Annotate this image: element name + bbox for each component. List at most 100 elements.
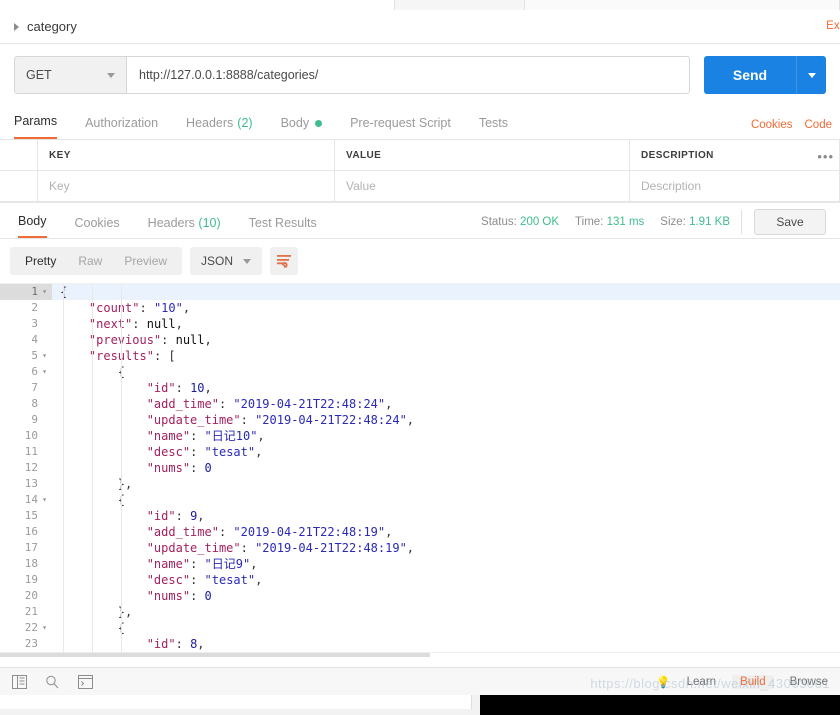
code-text: { <box>117 365 126 379</box>
line-number: 17 <box>0 540 52 556</box>
view-mode-preview[interactable]: Preview <box>113 254 178 268</box>
search-icon[interactable] <box>45 675 60 689</box>
params-table-wrap: KEY VALUE DESCRIPTION Key Value Descript… <box>0 140 840 203</box>
tab-label: Headers <box>186 116 234 130</box>
request-tab-body[interactable]: Body <box>281 116 323 139</box>
code-line: 22 ▾ { <box>0 620 840 636</box>
tab-label: Body <box>280 116 310 130</box>
http-method-select[interactable]: GET <box>14 56 126 94</box>
tab-slot-active[interactable] <box>0 0 395 10</box>
line-number: 7 <box>0 380 52 396</box>
tab-slot-3[interactable] <box>525 0 840 10</box>
status-bar-links: 💡 Learn Build Browse <box>656 674 828 689</box>
code-line: 11 "desc": "tesat", <box>0 444 840 460</box>
console-icon[interactable] <box>78 674 93 689</box>
params-value-input[interactable]: Value <box>335 171 630 202</box>
code-text: }, <box>117 605 133 619</box>
params-description-input[interactable]: Description <box>630 171 840 202</box>
response-bar: Body Cookies Headers (10) Test Results Stat… <box>0 203 840 239</box>
examples-link[interactable]: Exa <box>826 20 840 32</box>
chevron-right-icon[interactable] <box>14 22 19 31</box>
response-body-code[interactable]: 1 ▾{2 "count": "10", 3 "next": null, 4 "pre… <box>0 283 840 657</box>
build-link[interactable]: Build <box>732 674 774 689</box>
sidebar-toggle-icon[interactable] <box>12 674 27 689</box>
fold-toggle-icon[interactable]: ▾ <box>41 620 48 636</box>
params-key-input[interactable]: Key <box>38 171 335 202</box>
params-header-check <box>0 140 38 171</box>
tab-label: Headers <box>147 216 199 230</box>
code-line: 20 "nums": 0 <box>0 588 840 604</box>
line-number: 2 <box>0 300 52 316</box>
save-response-button[interactable]: Save <box>754 209 826 235</box>
code-line: 2 "count": "10", <box>0 300 840 316</box>
code-line: 6 ▾ { <box>0 364 840 380</box>
view-mode-pretty[interactable]: Pretty <box>14 254 67 268</box>
request-tabs-right: Cookies Code <box>751 119 832 131</box>
line-number: 4 <box>0 332 52 348</box>
wrap-lines-icon <box>277 255 292 268</box>
code-text: "count": "10", <box>88 301 191 315</box>
request-tab-params[interactable]: Params <box>14 114 58 139</box>
size-value: 1.91 KB <box>689 216 730 228</box>
fold-toggle-icon[interactable]: ▾ <box>41 348 48 364</box>
size-label: Size: 1.91 KB <box>660 216 730 228</box>
url-bar: GET http://127.0.0.1:8888/categories/ Se… <box>0 44 840 106</box>
response-format-value: JSON <box>201 254 234 268</box>
tab-label: Authorization <box>85 116 159 130</box>
params-bulk-edit-button[interactable]: ••• <box>817 149 834 164</box>
bottom-left-panel-inner <box>0 695 472 709</box>
code-line: 23 "id": 8, <box>0 636 840 652</box>
code-link[interactable]: Code <box>805 119 833 131</box>
params-row-checkbox[interactable] <box>0 171 38 202</box>
code-text: "nums": 0 <box>146 461 212 475</box>
http-method-value: GET <box>26 68 52 82</box>
tab-label: Pre-request Script <box>350 116 451 130</box>
browse-link[interactable]: Browse <box>790 676 828 688</box>
cookies-link[interactable]: Cookies <box>751 119 793 131</box>
code-line: 5 ▾ "results": [ <box>0 348 840 364</box>
code-line: 15 "id": 9, <box>0 508 840 524</box>
fold-toggle-icon[interactable]: ▾ <box>41 492 48 508</box>
request-tab-tests[interactable]: Tests <box>479 116 508 139</box>
wrap-lines-button[interactable] <box>270 247 299 275</box>
tab-count: (2) <box>237 116 253 130</box>
line-number: 9 <box>0 412 52 428</box>
status-value: 200 OK <box>520 216 560 228</box>
code-text: "update_time": "2019-04-21T22:48:24", <box>146 413 415 427</box>
request-tab-headers[interactable]: Headers (2) <box>186 116 253 139</box>
fold-toggle-icon[interactable]: ▾ <box>41 284 48 300</box>
url-value: http://127.0.0.1:8888/categories/ <box>139 68 319 82</box>
code-line: 7 "id": 10, <box>0 380 840 396</box>
fold-toggle-icon[interactable]: ▾ <box>41 364 48 380</box>
params-header-row: KEY VALUE DESCRIPTION <box>0 140 840 171</box>
code-text: "id": 8, <box>146 637 205 651</box>
line-number: 18 <box>0 556 52 572</box>
line-number: 1 ▾ <box>0 284 52 300</box>
code-text: { <box>60 285 68 299</box>
code-text: "results": [ <box>88 349 176 363</box>
response-tab-body[interactable]: Body <box>18 214 47 238</box>
send-options-button[interactable] <box>796 56 826 94</box>
request-tabs: Cookies Code Params Authorization Headers(… <box>0 106 840 140</box>
send-button[interactable]: Send <box>704 56 796 94</box>
url-input[interactable]: http://127.0.0.1:8888/categories/ <box>126 56 690 94</box>
line-number: 23 <box>0 636 52 652</box>
response-format-select[interactable]: JSON <box>190 247 263 275</box>
tab-label: Tests <box>478 116 508 130</box>
response-tab-test-results[interactable]: Test Results <box>249 216 317 238</box>
tab-slot-2[interactable] <box>395 0 525 10</box>
chevron-down-icon <box>243 258 252 264</box>
request-tab-pre-request-script[interactable]: Pre-request Script <box>350 116 451 139</box>
code-line: 10 "name": "日记10", <box>0 428 840 444</box>
horizontal-scrollbar[interactable] <box>0 652 840 657</box>
status-bar: 💡 Learn Build Browse <box>0 667 840 695</box>
response-tab-cookies[interactable]: Cookies <box>75 216 120 238</box>
response-tab-headers[interactable]: Headers (10) <box>148 216 221 238</box>
learn-link[interactable]: Learn <box>687 676 716 688</box>
params-header-description: DESCRIPTION <box>630 140 840 171</box>
line-number: 21 <box>0 604 52 620</box>
tab-label: Body <box>18 214 47 228</box>
code-text: { <box>117 493 126 507</box>
request-tab-authorization[interactable]: Authorization <box>85 116 158 139</box>
view-mode-raw[interactable]: Raw <box>67 254 113 268</box>
